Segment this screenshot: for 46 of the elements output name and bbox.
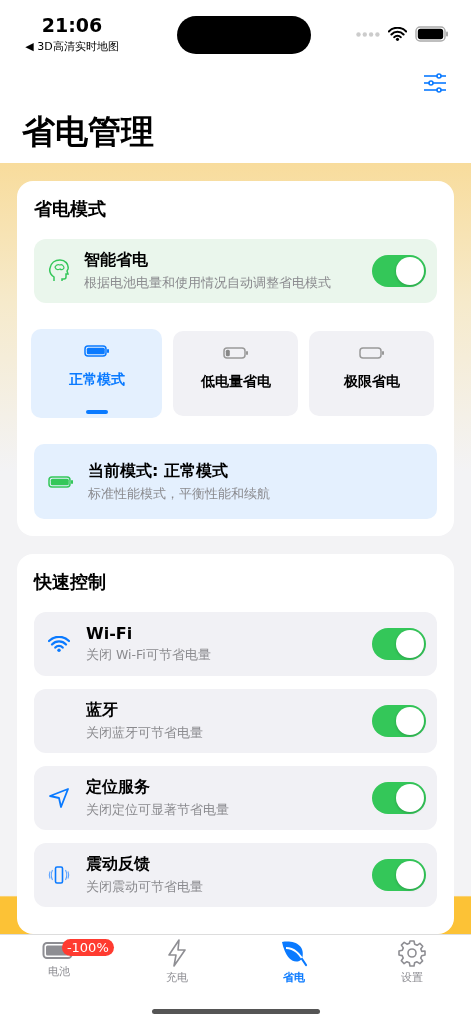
section-title: 快速控制 [34, 570, 107, 594]
setting-description: 根据电池电量和使用情况自动调整省电模式 [84, 275, 332, 292]
bolt-icon [165, 939, 188, 967]
signal-dots-icon [356, 31, 380, 37]
tab-bar-item[interactable]: 设置 [354, 939, 471, 985]
section-title: 省电模式 [34, 197, 107, 221]
location-arrow-icon [48, 787, 70, 809]
tab-bar-item[interactable]: 省电 [236, 939, 353, 985]
mode-tab[interactable]: 正常模式 [31, 329, 162, 418]
control-label: 定位服务 [86, 777, 151, 798]
setting-label: 智能省电 [84, 250, 149, 271]
back-to-app-link[interactable]: ◀ 3D高清实时地图 [25, 39, 119, 54]
current-mode-label: 当前模式: 正常模式 [88, 460, 229, 482]
toggle-switch[interactable] [372, 782, 426, 814]
toggle-switch[interactable] [372, 859, 426, 891]
control-description: 关闭蓝牙可节省电量 [86, 725, 204, 742]
wifi-icon [48, 636, 70, 652]
mode-tab[interactable]: 低电量省电 [173, 331, 298, 416]
battery-icon [222, 347, 249, 359]
battery-icon [415, 26, 449, 42]
status-time: 21:06 [41, 14, 103, 36]
brain-head-icon [48, 259, 70, 283]
vibrating-phone-icon [47, 866, 71, 884]
settings-icon [398, 939, 427, 967]
control-label: 震动反馈 [86, 854, 151, 875]
selection-indicator [85, 410, 108, 414]
current-mode-description: 标准性能模式，平衡性能和续航 [88, 485, 271, 503]
tab-badge: -100% [61, 939, 114, 956]
control-description: 关闭定位可显著节省电量 [86, 802, 230, 819]
control-label: Wi-Fi [86, 624, 134, 643]
wifi-icon [388, 27, 407, 41]
control-description: 关闭震动可节省电量 [86, 879, 204, 896]
page-title: 省电管理 [21, 111, 155, 153]
battery-icon [83, 345, 110, 357]
control-description: 关闭 Wi-Fi可节省电量 [86, 647, 212, 664]
sliders-icon[interactable] [423, 72, 447, 93]
toggle-switch[interactable] [372, 255, 426, 287]
mode-tab[interactable]: 极限省电 [309, 331, 434, 416]
control-label: 蓝牙 [86, 700, 119, 721]
tab-bar-item[interactable]: 充电 [118, 939, 235, 985]
toggle-switch[interactable] [372, 705, 426, 737]
battery-icon [48, 475, 74, 488]
toggle-switch[interactable] [372, 628, 426, 660]
battery-icon [358, 347, 385, 359]
tab-bar-item[interactable]: 电池 -100% [0, 939, 117, 985]
leaf-icon [280, 939, 309, 967]
